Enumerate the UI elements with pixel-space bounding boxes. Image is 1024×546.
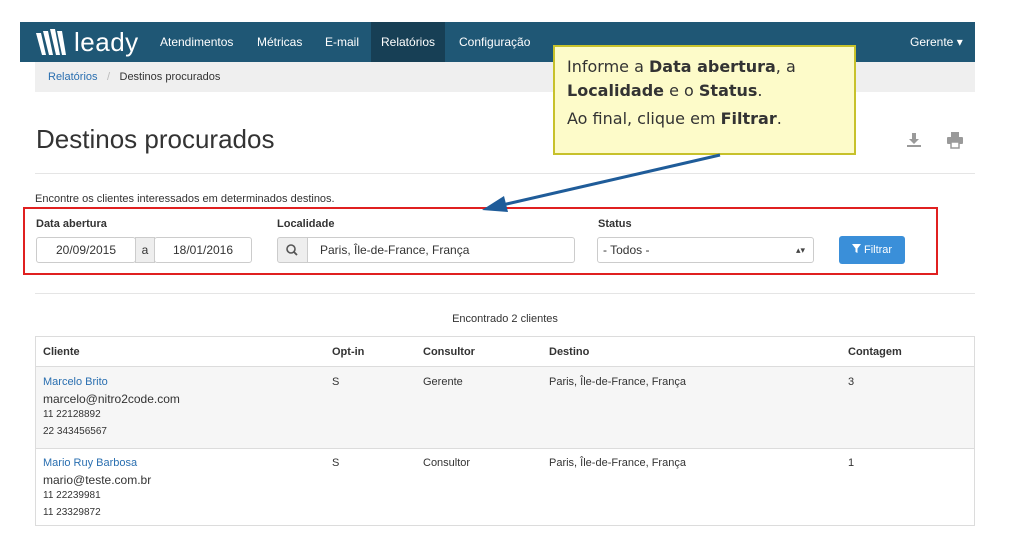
search-icon [277,237,308,263]
destino-value: Paris, Île-de-France, França [549,376,686,388]
client-phone: 11 22128892 [43,409,101,420]
app-logo[interactable]: leady [34,27,139,57]
status-select-value: - Todos - [603,243,650,257]
leady-logo-icon [36,29,66,55]
date-from-input[interactable]: 20/09/2015 [36,237,136,263]
filter-button[interactable]: Filtrar [839,236,905,264]
client-phone: 22 343456567 [43,426,107,437]
page-title: Destinos procurados [36,124,275,154]
download-icon[interactable] [906,132,922,153]
status-select[interactable]: - Todos - ▴▾ [597,237,814,263]
client-email: mario@teste.com.br [43,473,152,487]
locality-input[interactable]: Paris, Île-de-France, França [307,237,575,263]
table-row-stripe [36,366,974,449]
column-header-cliente[interactable]: Cliente [43,346,80,358]
column-header-consultor[interactable]: Consultor [423,346,475,358]
client-phone: 11 22239981 [43,490,101,501]
callout-emphasis: Status [698,81,758,100]
callout-emphasis: Filtrar [720,109,777,128]
client-phone: 11 23329872 [43,507,101,518]
app-name: leady [74,26,139,57]
column-header-destino[interactable]: Destino [549,346,589,358]
divider [35,293,975,294]
nav-relatorios[interactable]: Relatórios [371,22,446,62]
breadcrumb-current: Destinos procurados [119,71,221,83]
optin-value: S [332,376,340,388]
nav-metricas[interactable]: Métricas [247,22,312,62]
callout-text: . [757,81,763,100]
callout-emphasis: Data abertura [648,57,776,76]
client-name-link[interactable]: Mario Ruy Barbosa [43,457,137,469]
nav-email[interactable]: E-mail [315,22,369,62]
contagem-value: 3 [848,376,855,388]
callout-text: . [776,109,782,128]
filter-button-label: Filtrar [863,244,893,256]
callout-emphasis: Localidade [567,81,664,100]
date-label: Data abertura [36,218,107,230]
nav-configuracao[interactable]: Configuração [449,22,540,62]
results-summary: Encontrado 2 clientes [452,313,558,325]
callout-text: , a [775,57,796,76]
breadcrumb-relatorios[interactable]: Relatórios [48,71,98,83]
consultor-value: Consultor [423,457,471,469]
print-icon[interactable] [946,131,964,154]
nav-atendimentos[interactable]: Atendimentos [150,22,243,62]
intro-text: Encontre os clientes interessados em det… [35,193,335,205]
locality-label: Localidade [277,218,335,230]
filter-icon [851,244,864,256]
callout-text: Informe a [567,57,649,76]
destino-value: Paris, Île-de-France, França [549,457,686,469]
breadcrumb-separator: / [106,71,111,83]
instruction-callout: Informe a Data abertura, a Localidade e … [553,45,856,155]
contagem-value: 1 [848,457,855,469]
select-arrows-icon: ▴▾ [795,245,805,255]
user-menu[interactable]: Gerente ▾ [900,22,973,62]
callout-text: Ao final, clique em [567,109,721,128]
client-name-link[interactable]: Marcelo Brito [43,376,108,388]
column-header-optin[interactable]: Opt-in [332,346,364,358]
optin-value: S [332,457,340,469]
client-email: marcelo@nitro2code.com [43,392,180,406]
column-header-contagem[interactable]: Contagem [848,346,902,358]
date-range-separator: a [135,237,155,263]
callout-text: e o [664,81,699,100]
callout-arrow [482,153,721,212]
consultor-value: Gerente [423,376,463,388]
date-to-input[interactable]: 18/01/2016 [154,237,252,263]
